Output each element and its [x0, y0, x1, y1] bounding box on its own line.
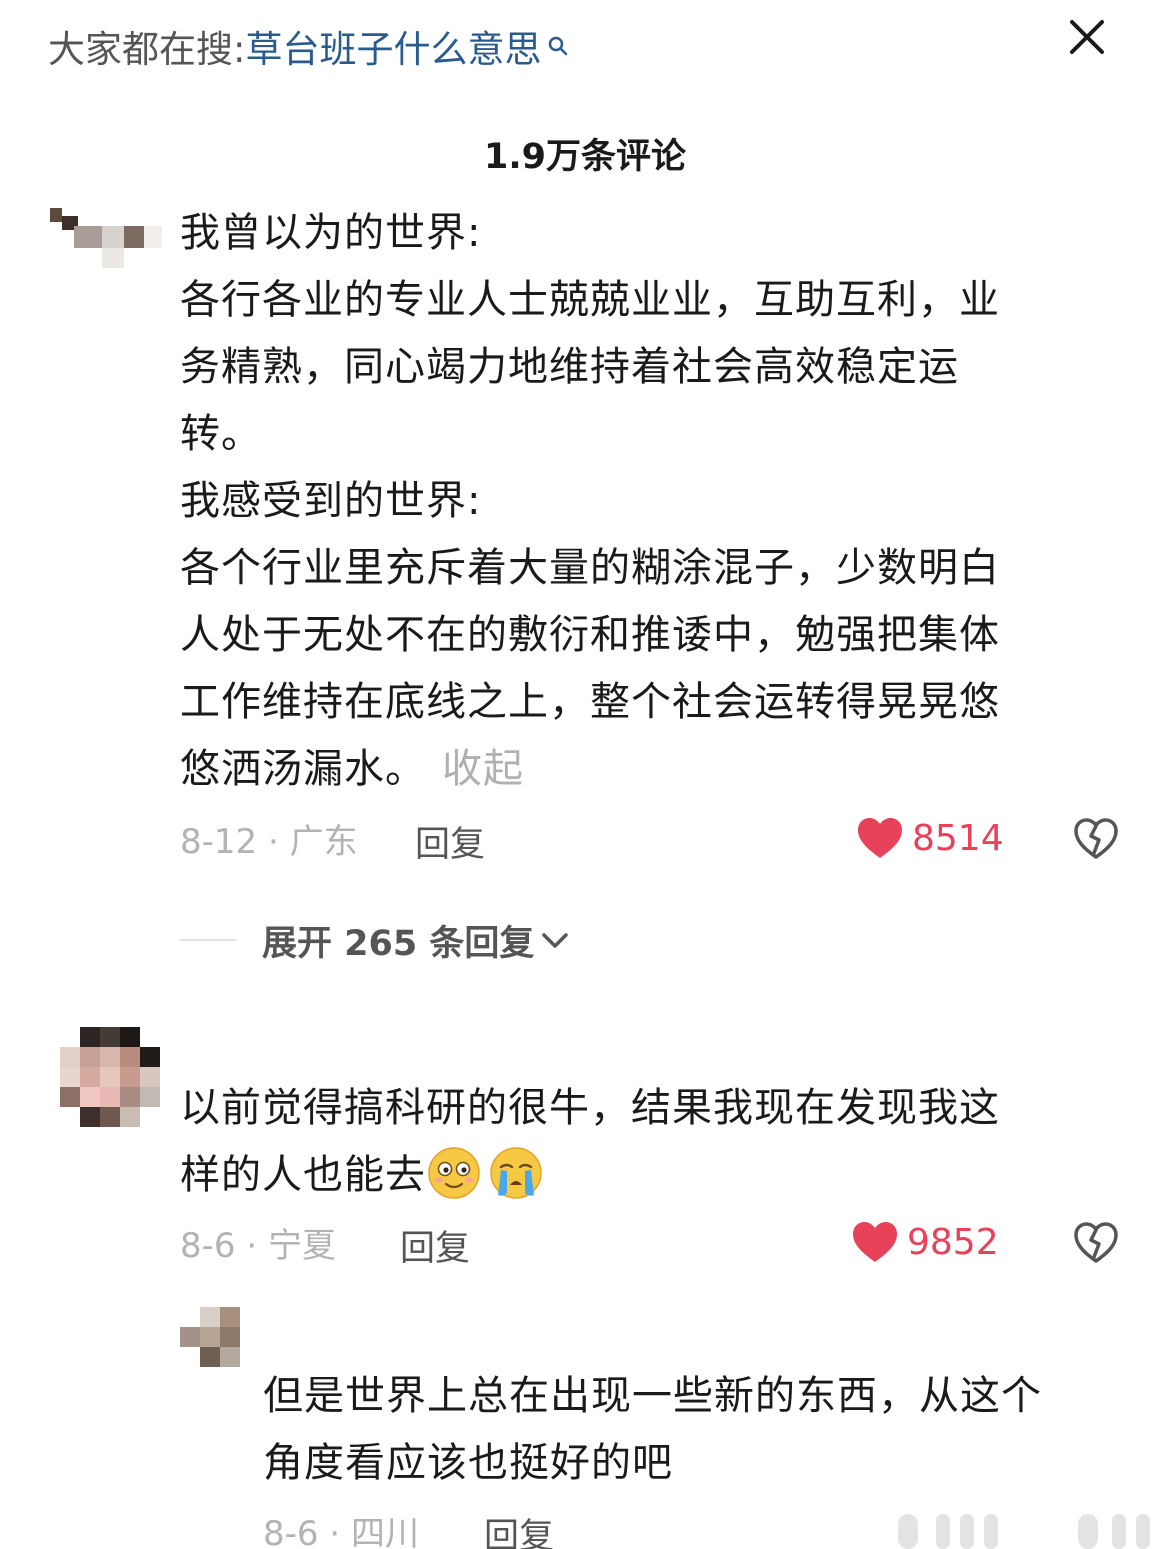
comment-line: 悠洒汤漏水。 收起 — [180, 736, 1140, 803]
smug-face-emoji — [428, 1147, 480, 1199]
broken-heart-icon — [1074, 818, 1118, 859]
comment-line: 各个行业里充斥着大量的糊涂混子，少数明白 — [180, 545, 1000, 591]
like-button[interactable]: 9852 — [851, 1220, 999, 1264]
comment-line: 转。 — [180, 411, 262, 457]
expand-replies-label: 展开 265 条回复 — [262, 923, 535, 964]
collapse-link[interactable]: 收起 — [442, 746, 524, 792]
comment-line: 角度看应该也挺好的吧 — [263, 1440, 673, 1486]
reply-body: 但是世界上总在出现一些新的东西，从这个 角度看应该也挺好的吧 — [263, 1363, 1153, 1497]
dislike-button[interactable] — [1072, 815, 1120, 863]
heart-icon — [853, 1222, 897, 1262]
comment-line: 工作维持在底线之上，整个社会运转得晃晃悠 — [180, 679, 1000, 725]
like-count: 8514 — [912, 817, 1004, 859]
comment-date-location: 8-12 · 广东 — [180, 821, 358, 862]
avatar[interactable] — [50, 208, 162, 268]
comment-line: 我曾以为的世界: — [180, 210, 482, 256]
dislike-button[interactable] — [1072, 1219, 1120, 1267]
broken-heart-icon — [1074, 1222, 1118, 1263]
search-suggestion-prefix: 大家都在搜: — [48, 28, 246, 71]
comment-line: 样的人也能去 — [180, 1142, 1140, 1209]
comment-line-text: 样的人也能去 — [180, 1152, 426, 1198]
expand-replies[interactable]: 展开 265 条回复 — [180, 916, 570, 964]
search-suggestion[interactable]: 大家都在搜: 草台班子什么意思 — [48, 20, 569, 72]
heart-icon — [858, 818, 902, 858]
comment-date-location: 8-6 · 宁夏 — [180, 1225, 336, 1266]
reply-button[interactable]: 回复 — [415, 816, 485, 867]
comment-line: 人处于无处不在的敷衍和推诿中，勉强把集体 — [180, 612, 1000, 658]
close-icon — [1070, 20, 1104, 54]
close-button[interactable] — [1060, 10, 1114, 64]
comment-body: 我曾以为的世界: 各行各业的专业人士兢兢业业，互助互利，业 务精熟，同心竭力地维… — [180, 200, 1140, 803]
comment-count-title: 1.9万条评论 — [483, 137, 686, 177]
like-button[interactable]: 8514 — [856, 816, 1004, 860]
avatar[interactable] — [180, 1307, 240, 1367]
crying-face-emoji — [490, 1147, 542, 1199]
chevron-down-icon — [542, 933, 569, 948]
comment-line: 各行各业的专业人士兢兢业业，互助互利，业 — [180, 277, 1000, 323]
comment-line-text: 悠洒汤漏水。 — [180, 746, 426, 792]
search-icon — [547, 23, 569, 56]
reply-button[interactable]: 回复 — [484, 1508, 554, 1549]
comment-line: 务精熟，同心竭力地维持着社会高效稳定运 — [180, 344, 959, 390]
divider — [180, 939, 236, 941]
comment-line: 以前觉得搞科研的很牛，结果我现在发现我这 — [180, 1085, 1000, 1131]
like-count: 9852 — [907, 1221, 999, 1263]
comment-body: 以前觉得搞科研的很牛，结果我现在发现我这 样的人也能去 — [180, 1075, 1140, 1209]
comment-line: 但是世界上总在出现一些新的东西，从这个 — [263, 1373, 1042, 1419]
watermark-icon — [898, 1514, 1150, 1549]
reply-button[interactable]: 回复 — [400, 1220, 470, 1271]
avatar[interactable] — [60, 1027, 160, 1127]
comment-line: 我感受到的世界: — [180, 478, 482, 524]
comment-date-location: 8-6 · 四川 — [263, 1513, 419, 1549]
search-suggestion-term[interactable]: 草台班子什么意思 — [245, 19, 541, 73]
